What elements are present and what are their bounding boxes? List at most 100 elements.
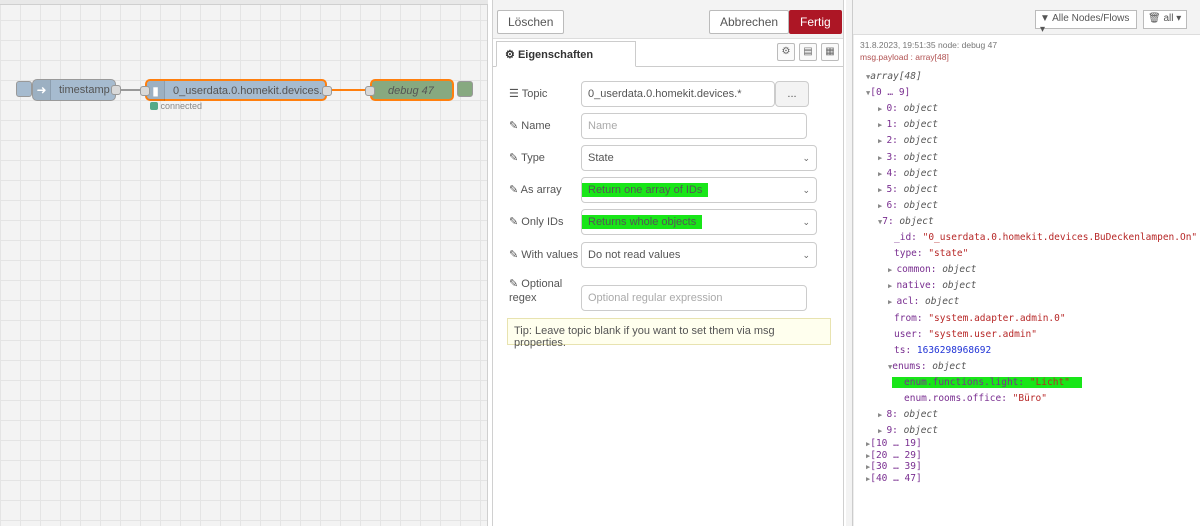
- only-ids-row: ✎ Only IDs Returns whole objects ⌄: [493, 209, 845, 235]
- tag-icon: ✎: [509, 249, 519, 261]
- tree-group[interactable]: ▼[0 … 9]: [866, 87, 910, 98]
- tree-text: ts:: [894, 344, 917, 356]
- tree-text: [10 … 19]: [870, 437, 922, 449]
- iobroker-list-node[interactable]: ▮ 0_userdata.0.homekit.devices.*: [140, 79, 332, 101]
- tree-item[interactable]: ▼7: object: [878, 216, 934, 227]
- filter-select[interactable]: ▼ Alle Nodes/Flows ▾: [1035, 10, 1137, 35]
- tree-item[interactable]: ▶ 1: object: [878, 119, 938, 130]
- tree-group[interactable]: ▶[20 … 29]: [866, 450, 922, 461]
- tree-text: object: [903, 151, 938, 163]
- tag-icon: ✎: [509, 184, 519, 196]
- tree-item[interactable]: ▶ 4: object: [878, 168, 938, 179]
- clear-button[interactable]: 🗑 all ▾: [1143, 10, 1187, 29]
- tag-icon: ✎: [509, 278, 519, 290]
- label-text: Only IDs: [521, 216, 564, 228]
- debug-toolbar: ▼ Alle Nodes/Flows ▾ 🗑 all ▾: [853, 0, 1200, 35]
- tree-property[interactable]: enum.functions.light: "Licht": [892, 376, 1082, 388]
- node-status: connected: [150, 101, 202, 111]
- topic-row: ☰ Topic 0_userdata.0.homekit.devices.* .…: [493, 81, 845, 107]
- tree-item[interactable]: ▶ 3: object: [878, 152, 938, 163]
- tree-text: "system.user.admin": [928, 328, 1037, 340]
- tree-text: type:: [894, 248, 929, 260]
- inject-node[interactable]: ➜ timestamp: [32, 79, 121, 101]
- delete-button[interactable]: Löschen: [497, 10, 565, 34]
- input-port[interactable]: [140, 86, 150, 96]
- tree-item[interactable]: ▶ 0: object: [878, 103, 938, 114]
- browse-button[interactable]: ...: [775, 81, 809, 107]
- tree-item[interactable]: ▶ 8: object: [878, 409, 938, 420]
- tree-text: acl:: [896, 296, 926, 308]
- tree-property[interactable]: user: "system.user.admin": [894, 329, 1037, 340]
- tree-item[interactable]: ▶ 2: object: [878, 135, 938, 146]
- cancel-button[interactable]: Abbrechen: [709, 10, 790, 34]
- input-port[interactable]: [365, 86, 375, 96]
- with-values-row: ✎ With values Do not read values ⌄: [493, 242, 845, 268]
- only-ids-select[interactable]: Returns whole objects ⌄: [581, 209, 817, 235]
- debug-messages[interactable]: 31.8.2023, 19:51:35 node: debug 47 msg.p…: [853, 35, 1200, 526]
- tree-text: array[48]: [870, 71, 922, 82]
- with-values-label: ✎ With values: [509, 248, 578, 261]
- tree-text: 0:: [886, 103, 904, 115]
- label-text: With values: [521, 249, 579, 261]
- debug-toggle-button[interactable]: [457, 81, 473, 97]
- node-label: debug 47: [388, 85, 434, 97]
- tree-text: 1636298968692: [916, 344, 992, 356]
- tree-node[interactable]: ▼array[48]: [866, 71, 922, 82]
- tree-text: object: [903, 409, 938, 421]
- appearance-icon[interactable]: ▦: [821, 43, 839, 61]
- tab-properties[interactable]: ⚙ Eigenschaften: [496, 41, 636, 67]
- inject-trigger-button[interactable]: [16, 81, 32, 97]
- tree-group[interactable]: ▶[30 … 39]: [866, 461, 922, 472]
- tree-group[interactable]: ▶[40 … 47]: [866, 473, 922, 484]
- regex-input[interactable]: Optional regular expression: [581, 285, 807, 311]
- tree-text: [20 … 29]: [870, 449, 922, 461]
- tree-text: 9:: [886, 425, 904, 437]
- output-port[interactable]: [322, 86, 332, 96]
- tree-property[interactable]: ▼enums: object: [888, 361, 967, 372]
- tree-property[interactable]: enum.rooms.office: "Büro": [904, 393, 1047, 404]
- name-row: ✎ Name Name: [493, 113, 845, 139]
- select-value: Return one array of IDs: [582, 183, 709, 197]
- tree-item[interactable]: ▶ 5: object: [878, 184, 938, 195]
- tip-box: Tip: Leave topic blank if you want to se…: [507, 318, 831, 349]
- type-row: ✎ Type State ⌄: [493, 145, 845, 171]
- tree-property[interactable]: ▶ common: object: [888, 264, 977, 275]
- done-button[interactable]: Fertig: [789, 10, 842, 34]
- select-value: Do not read values: [588, 249, 681, 261]
- editor-tabs: ⚙ Eigenschaften ⚙ ▤ ▦: [493, 41, 843, 67]
- chevron-down-icon: ▾: [1040, 24, 1046, 35]
- tree-text: _id:: [894, 232, 923, 243]
- gear-icon[interactable]: ⚙: [777, 43, 795, 61]
- tree-text: common:: [896, 264, 943, 276]
- as-array-select[interactable]: Return one array of IDs ⌄: [581, 177, 817, 203]
- debug-node[interactable]: debug 47: [365, 79, 454, 101]
- tree-property[interactable]: from: "system.adapter.admin.0": [894, 313, 1066, 324]
- status-text: connected: [160, 101, 203, 111]
- tree-text: from:: [894, 312, 929, 324]
- label-text: As array: [520, 184, 562, 196]
- tree-property[interactable]: ▶ acl: object: [888, 296, 959, 307]
- tree-item[interactable]: ▶ 6: object: [878, 200, 938, 211]
- tree-property[interactable]: _id: "0_userdata.0.homekit.devices.BuDec…: [894, 232, 1197, 243]
- tree-item[interactable]: ▶ 9: object: [878, 425, 938, 436]
- with-values-select[interactable]: Do not read values ⌄: [581, 242, 817, 268]
- name-input[interactable]: Name: [581, 113, 807, 139]
- status-dot-icon: [150, 102, 158, 110]
- tree-property[interactable]: ts: 1636298968692: [894, 345, 991, 356]
- list-icon: ☰: [509, 88, 519, 100]
- gear-icon: ⚙: [505, 49, 515, 61]
- tree-text: 2:: [886, 135, 904, 147]
- tree-group[interactable]: ▶[10 … 19]: [866, 438, 922, 449]
- description-icon[interactable]: ▤: [799, 43, 817, 61]
- as-array-row: ✎ As array Return one array of IDs ⌄: [493, 177, 845, 203]
- tree-text: 6:: [886, 199, 904, 211]
- topic-input[interactable]: 0_userdata.0.homekit.devices.*: [581, 81, 775, 107]
- flow-canvas[interactable]: ➜ timestamp ▮ 0_userdata.0.homekit.devic…: [0, 0, 488, 526]
- type-select[interactable]: State ⌄: [581, 145, 817, 171]
- output-port[interactable]: [111, 85, 121, 95]
- flow-tabs[interactable]: [0, 0, 488, 5]
- tree-property[interactable]: type: "state": [894, 248, 968, 259]
- tree-property[interactable]: ▶ native: object: [888, 280, 977, 291]
- tree-text: 5:: [886, 183, 904, 195]
- debug-sidebar: ▼ Alle Nodes/Flows ▾ 🗑 all ▾ 31.8.2023, …: [852, 0, 1200, 526]
